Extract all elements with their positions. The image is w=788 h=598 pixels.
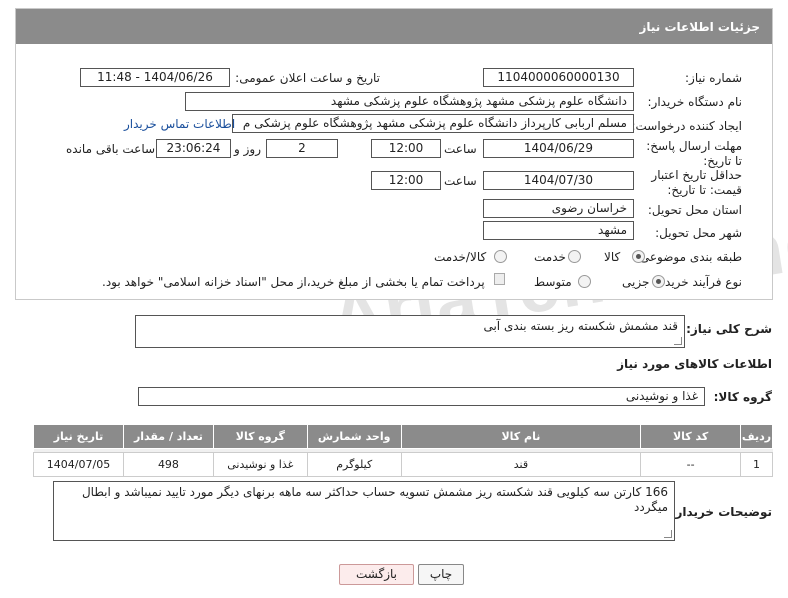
cell-goods-name: قند	[400, 452, 642, 477]
category-option-goods: کالا	[604, 250, 621, 264]
cell-goods-code: --	[640, 452, 742, 477]
category-option-service: خدمت	[534, 250, 566, 264]
category-radio-service[interactable]	[568, 250, 581, 263]
province-label: استان محل تحویل:	[647, 203, 742, 217]
buyer-org-label: نام دستگاه خریدار:	[647, 95, 743, 109]
cell-goods-group: غذا و نوشیدنی	[212, 452, 308, 477]
cell-unit: کیلوگرم	[306, 452, 402, 477]
table-row: 1 -- قند کیلوگرم غذا و نوشیدنی 498 1404/…	[33, 452, 773, 477]
description-field: قند مشمش شکسته ریز بسته بندی آبی	[135, 315, 685, 348]
buyer-org-field: دانشگاه علوم پزشکی مشهد پژوهشگاه علوم پز…	[185, 92, 634, 111]
table-header-row: ردیف کد کالا نام کالا واحد شمارش گروه کا…	[33, 424, 773, 449]
category-label: طبقه بندی موضوعی:	[635, 250, 742, 264]
price-valid-time-label: ساعت	[444, 174, 477, 188]
purchase-option-minor: جزیی	[622, 275, 650, 289]
goods-table: ردیف کد کالا نام کالا واحد شمارش گروه کا…	[33, 424, 773, 477]
resize-handle-icon[interactable]	[664, 530, 672, 538]
price-valid-label: حداقل تاریخ اعتبار قیمت: تا تاریخ:	[651, 168, 742, 197]
col-unit: واحد شمارش	[306, 424, 402, 449]
category-radio-goods[interactable]	[632, 250, 645, 263]
purchase-option-medium: متوسط	[534, 275, 572, 289]
deadline-label: مهلت ارسال پاسخ: تا تاریخ:	[646, 139, 742, 168]
announce-date-label: تاریخ و ساعت اعلان عمومی:	[235, 71, 380, 85]
need-number-field: 1104000060000130	[483, 68, 634, 87]
cell-quantity: 498	[123, 452, 214, 477]
treasury-checkbox[interactable]	[494, 273, 505, 285]
col-goods-group: گروه کالا	[212, 424, 308, 449]
creator-label: ایجاد کننده درخواست:	[631, 119, 742, 133]
purchase-radio-minor[interactable]	[652, 275, 665, 288]
panel-title: جزئیات اطلاعات نیاز	[16, 9, 772, 44]
goods-group-field: غذا و نوشیدنی	[138, 387, 705, 406]
buyer-notes-label: توضیحات خریدار:	[670, 505, 772, 519]
buyer-notes-text: 166 کارتن سه کیلویی قند شکسته ریز مشمش ت…	[81, 485, 668, 514]
col-quantity: تعداد / مقدار	[123, 424, 214, 449]
col-goods-name: نام کالا	[400, 424, 642, 449]
category-option-both: کالا/خدمت	[434, 250, 487, 264]
need-number-label: شماره نیاز:	[685, 71, 742, 85]
remaining-time-field: 23:06:24	[156, 139, 231, 158]
category-radio-both[interactable]	[494, 250, 507, 263]
days-label: روز و	[234, 142, 261, 156]
purchase-type-label: نوع فرآیند خرید :	[657, 275, 742, 289]
print-button[interactable]: چاپ	[418, 564, 464, 585]
cell-row-number: 1	[740, 452, 773, 477]
purchase-radio-medium[interactable]	[578, 275, 591, 288]
col-goods-code: کد کالا	[640, 424, 742, 449]
deadline-time-field: 12:00	[371, 139, 441, 158]
remaining-time-label: ساعت باقی مانده	[66, 142, 156, 156]
description-label: شرح کلی نیاز:	[686, 322, 772, 336]
buyer-notes-field: 166 کارتن سه کیلویی قند شکسته ریز مشمش ت…	[53, 481, 675, 541]
city-field: مشهد	[483, 221, 634, 240]
city-label: شهر محل تحویل:	[655, 226, 742, 240]
price-valid-date-field: 1404/07/30	[483, 171, 634, 190]
col-row-number: ردیف	[740, 424, 773, 449]
deadline-date-field: 1404/06/29	[483, 139, 634, 158]
col-need-date: تاریخ نیاز	[33, 424, 124, 449]
resize-handle-icon[interactable]	[674, 337, 682, 345]
goods-info-title: اطلاعات کالاهای مورد نیاز	[617, 357, 772, 371]
days-remaining-field: 2	[266, 139, 338, 158]
treasury-payment-text: پرداخت تمام یا بخشی از مبلغ خرید،از محل …	[102, 275, 485, 289]
cell-need-date: 1404/07/05	[33, 452, 124, 477]
back-button[interactable]: بازگشت	[339, 564, 414, 585]
announce-date-field: 1404/06/26 - 11:48	[80, 68, 230, 87]
description-text: قند مشمش شکسته ریز بسته بندی آبی	[483, 319, 678, 333]
price-valid-time-field: 12:00	[371, 171, 441, 190]
province-field: خراسان رضوی	[483, 199, 634, 218]
deadline-time-label: ساعت	[444, 142, 477, 156]
goods-group-label: گروه کالا:	[713, 390, 772, 404]
creator-field: مسلم اربابی کارپرداز دانشگاه علوم پزشکی …	[232, 114, 634, 133]
buyer-contact-link[interactable]: اطلاعات تماس خریدار	[124, 117, 235, 131]
